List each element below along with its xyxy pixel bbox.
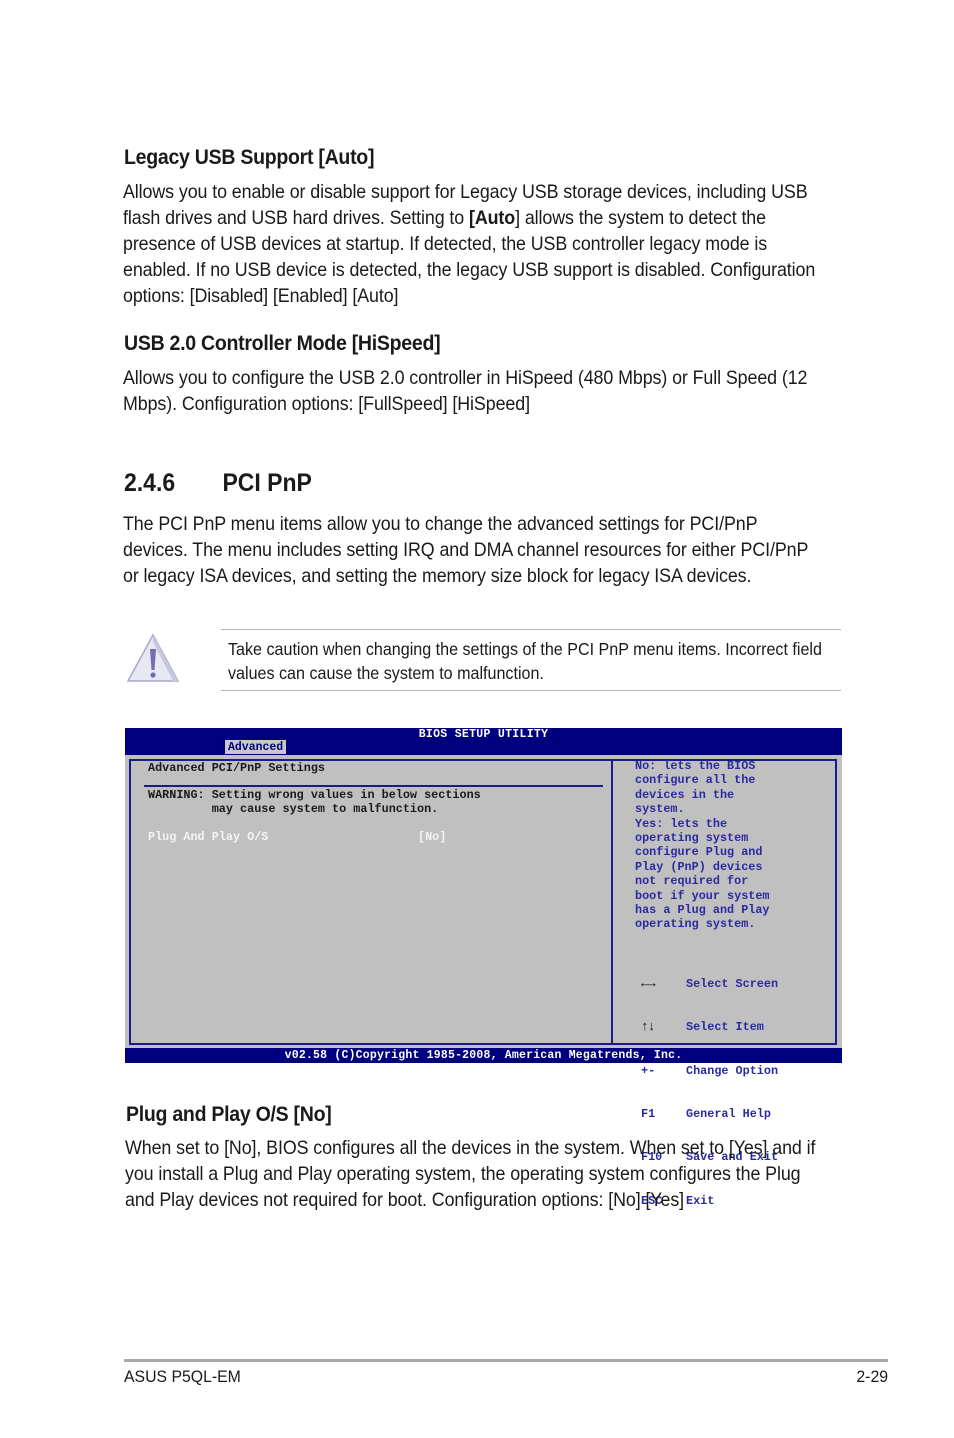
legacy-usb-text-bold: [Auto — [468, 207, 516, 229]
key-label: F1 — [641, 1107, 656, 1122]
footer-page-number: 2-29 — [856, 1367, 888, 1386]
key-row-general-help: F1 General Help — [641, 1107, 778, 1122]
legacy-usb-description: Allows you to enable or disable support … — [123, 179, 818, 309]
note-bottom-rule — [221, 690, 841, 691]
section-title: 2.4.6 PCI PnP — [124, 469, 312, 498]
usb-controller-heading: USB 2.0 Controller Mode [HiSpeed] — [124, 332, 441, 355]
section-name: PCI PnP — [222, 469, 312, 497]
bios-panel-title: Advanced PCI/PnP Settings — [148, 761, 325, 775]
bios-copyright: v02.58 (C)Copyright 1985-2008, American … — [125, 1048, 842, 1063]
caution-text: Take caution when changing the settings … — [228, 639, 822, 683]
bios-screenshot: BIOS SETUP UTILITY Advanced Advanced PCI… — [125, 728, 842, 1208]
warning-triangle-icon — [126, 633, 180, 682]
key-row-select-screen: ←→ Select Screen — [641, 975, 779, 992]
bios-help-text: No: lets the BIOS configure all the devi… — [635, 759, 770, 932]
bios-panel-divider — [611, 759, 613, 1045]
key-action: Select Item — [686, 1020, 764, 1035]
key-action: General Help — [686, 1107, 771, 1122]
plug-and-play-heading: Plug and Play O/S [No] — [126, 1103, 332, 1126]
up-down-arrows-icon: ↑↓ — [641, 1019, 656, 1035]
usb-controller-description: Allows you to configure the USB 2.0 cont… — [123, 367, 808, 415]
bios-item-plug-and-play-label[interactable]: Plug And Play O/S — [148, 830, 268, 844]
plug-and-play-description: When set to [No], BIOS configures all th… — [125, 1137, 816, 1211]
legacy-usb-heading: Legacy USB Support [Auto] — [124, 146, 375, 169]
key-label: +- — [641, 1063, 656, 1078]
bios-item-plug-and-play-value[interactable]: [No] — [418, 830, 446, 844]
bios-panel-rule — [144, 785, 603, 787]
pci-pnp-description: The PCI PnP menu items allow you to chan… — [123, 513, 808, 587]
left-right-arrows-icon: ←→ — [641, 975, 656, 991]
section-number: 2.4.6 — [124, 469, 176, 497]
key-action: Select Screen — [686, 976, 779, 991]
key-row-select-item: ↑↓ Select Item — [641, 1020, 778, 1035]
key-action: Change Option — [686, 1063, 779, 1078]
note-top-rule — [221, 629, 841, 630]
key-row-change-option: +- Change Option — [641, 1064, 778, 1079]
bios-warning: WARNING: Setting wrong values in below s… — [148, 788, 481, 817]
footer-rule — [124, 1359, 888, 1362]
footer-product: ASUS P5QL-EM — [124, 1367, 241, 1386]
bios-tab-advanced[interactable]: Advanced — [225, 740, 287, 754]
